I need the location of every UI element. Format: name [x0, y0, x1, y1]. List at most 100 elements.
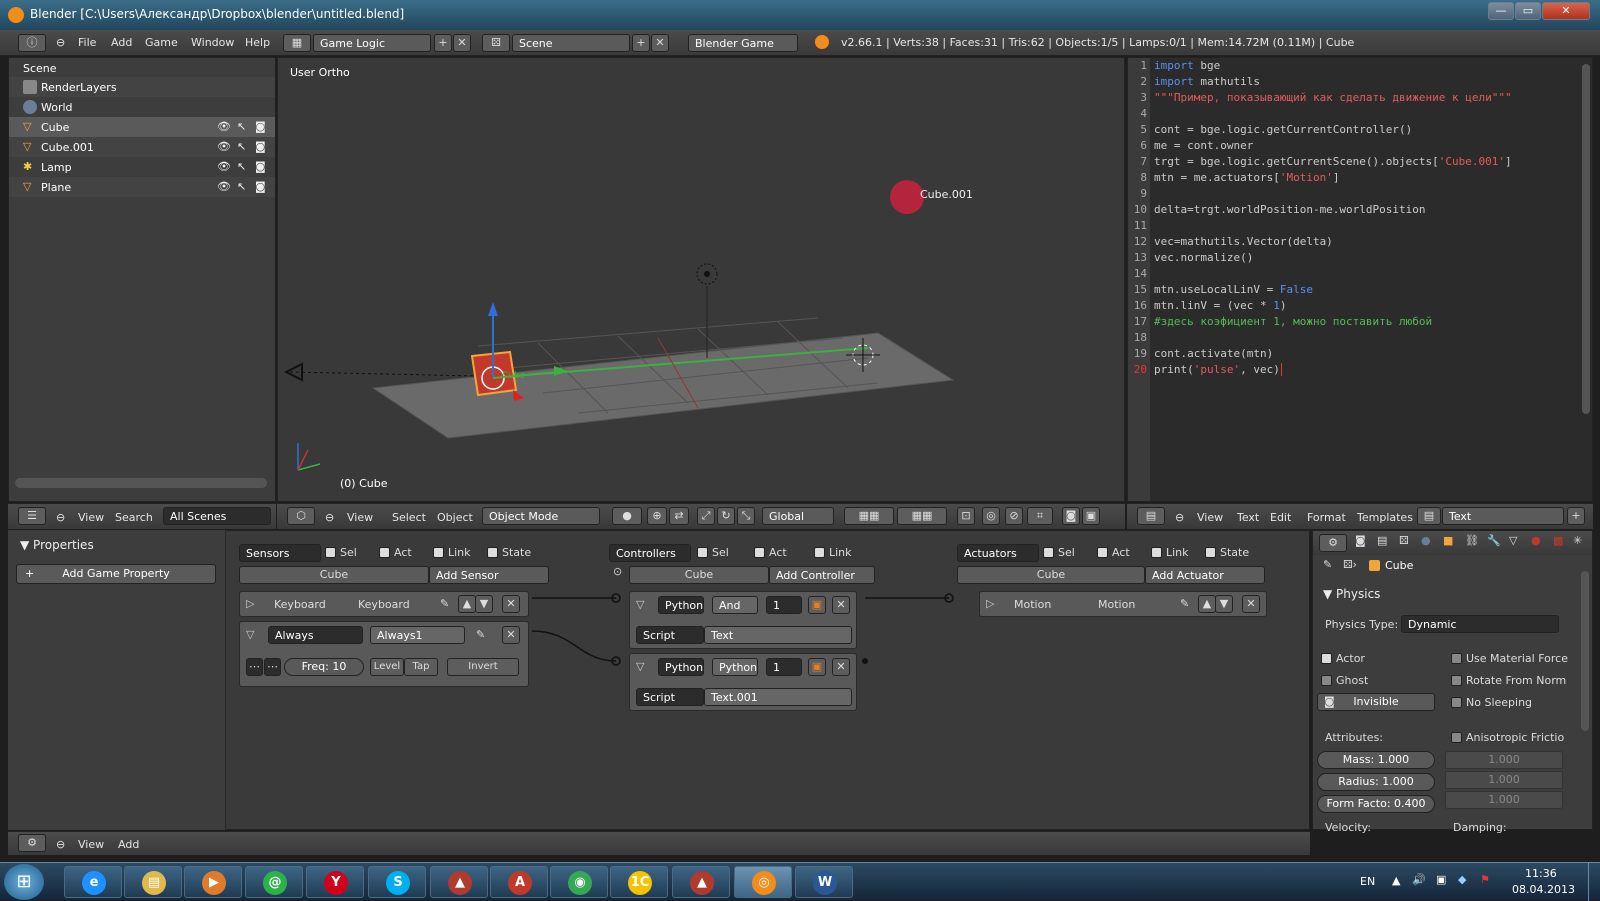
- sensors-link-toggle[interactable]: Link: [433, 546, 471, 559]
- collapse-menu-icon[interactable]: ⊖: [325, 511, 334, 524]
- rotate-from-normal-checkbox[interactable]: Rotate From Norm: [1451, 674, 1566, 687]
- controllers-link-toggle[interactable]: Link: [814, 546, 852, 559]
- text-menu-format[interactable]: Format: [1307, 511, 1346, 524]
- logic-menu-add[interactable]: Add: [118, 838, 139, 851]
- collapse-triangle-icon[interactable]: ▽: [636, 598, 644, 611]
- remove-sensor-icon[interactable]: ✕: [502, 626, 520, 644]
- minimize-button[interactable]: —: [1488, 2, 1514, 20]
- particles-tab-icon[interactable]: ✳: [1573, 534, 1582, 547]
- controllers-menu[interactable]: Controllers: [609, 544, 691, 562]
- taskbar-app-button[interactable]: ◉: [550, 866, 608, 898]
- physics-type-select[interactable]: Dynamic: [1401, 615, 1559, 633]
- outliner-menu-view[interactable]: View: [78, 511, 104, 524]
- controller-mode-select[interactable]: Script: [636, 688, 704, 706]
- controller-mode-select[interactable]: Script: [636, 626, 704, 644]
- collapse-triangle-icon[interactable]: ▽: [636, 660, 644, 673]
- collapse-menu-icon[interactable]: ⊖: [56, 838, 65, 851]
- properties-editor-type-icon[interactable]: ⚙: [1319, 534, 1347, 552]
- use-material-force-checkbox[interactable]: Use Material Force: [1451, 652, 1568, 665]
- collapse-triangle-icon[interactable]: ▽: [246, 628, 254, 641]
- text-menu-templates[interactable]: Templates: [1357, 511, 1413, 524]
- controller-state-select[interactable]: 1: [766, 658, 802, 676]
- controller-script-field[interactable]: Text.001: [704, 688, 852, 706]
- controllers-sel-toggle[interactable]: Sel: [697, 546, 729, 559]
- taskbar-app-button[interactable]: @: [245, 866, 303, 898]
- sensors-state-toggle[interactable]: State: [487, 546, 531, 559]
- priority-icon[interactable]: ▣: [808, 596, 826, 614]
- pin-icon[interactable]: ✎: [476, 628, 485, 641]
- text-menu-view[interactable]: View: [1197, 511, 1223, 524]
- modifiers-tab-icon[interactable]: 🔧: [1487, 534, 1501, 547]
- actuators-act-toggle[interactable]: Act: [1097, 546, 1130, 559]
- outliner-scrollbar[interactable]: [15, 478, 267, 488]
- logic-editor-type-icon[interactable]: ⚙: [18, 834, 46, 852]
- menu-add[interactable]: Add: [111, 36, 132, 49]
- level-toggle[interactable]: Level: [370, 658, 404, 676]
- transform-orientation-select[interactable]: Global: [762, 507, 834, 525]
- add-actuator-button[interactable]: Add Actuator: [1145, 566, 1265, 584]
- layers-2-icon[interactable]: ▦▦: [897, 507, 947, 525]
- remove-controller-icon[interactable]: ✕: [832, 658, 850, 676]
- outliner-editor-type-icon[interactable]: ☰: [18, 507, 46, 525]
- render-still-icon[interactable]: ◙: [1062, 507, 1080, 525]
- outliner-scene[interactable]: Scene: [9, 58, 275, 78]
- text-datablock-icon[interactable]: ▤: [1417, 507, 1441, 525]
- render-camera-icon[interactable]: ◙: [255, 140, 266, 153]
- taskbar-app-button[interactable]: ▤: [124, 866, 182, 898]
- editor-type-info-icon[interactable]: ⓘ: [18, 34, 46, 52]
- layers-1-icon[interactable]: ▦▦: [844, 507, 894, 525]
- render-camera-icon[interactable]: ◙: [255, 160, 266, 173]
- render-tab-icon[interactable]: ◙: [1355, 534, 1366, 547]
- controller-state-select[interactable]: 1: [766, 596, 802, 614]
- volume-icon[interactable]: 🔊: [1412, 873, 1426, 886]
- logic-menu-view[interactable]: View: [78, 838, 104, 851]
- controllers-act-toggle[interactable]: Act: [754, 546, 787, 559]
- manipulator-icon[interactable]: ⇄: [669, 507, 689, 525]
- 3d-viewport[interactable]: User Ortho Cube Cube.001 (0) Cube: [277, 57, 1125, 502]
- expand-triangle-icon[interactable]: ▷: [246, 597, 254, 610]
- screen-layout-field[interactable]: Game Logic: [313, 34, 431, 52]
- maximize-button[interactable]: ▭: [1515, 2, 1541, 20]
- expand-triangle-icon[interactable]: ▷: [986, 597, 994, 610]
- actor-checkbox[interactable]: Actor: [1321, 652, 1365, 665]
- pin-icon[interactable]: ✎: [440, 597, 449, 610]
- taskbar-app-button[interactable]: ▲: [672, 866, 730, 898]
- properties-scrollbar[interactable]: [1581, 571, 1589, 731]
- taskbar-app-button[interactable]: W: [795, 866, 853, 898]
- pivot-point-icon[interactable]: ⊕: [647, 507, 667, 525]
- remove-sensor-icon[interactable]: ✕: [502, 595, 520, 613]
- radius-field[interactable]: Radius: 1.000: [1317, 773, 1435, 791]
- controller-brick-2[interactable]: ▽ Python Python 1 ▣ ✕ Script Text.001: [629, 653, 857, 711]
- menu-game[interactable]: Game: [145, 36, 178, 49]
- proportional-edit-icon[interactable]: ◎: [982, 507, 1000, 525]
- translate-icon[interactable]: ⤢: [697, 507, 715, 525]
- add-game-property-button[interactable]: + Add Game Property: [16, 564, 216, 584]
- data-tab-icon[interactable]: ▽: [1509, 534, 1517, 547]
- outliner-display-filter[interactable]: All Scenes: [163, 507, 271, 525]
- visibility-eye-icon[interactable]: 👁: [217, 120, 231, 133]
- controller-type-select[interactable]: Python: [658, 658, 704, 676]
- actuators-link-toggle[interactable]: Link: [1151, 546, 1189, 559]
- scene-canvas[interactable]: [278, 58, 1124, 501]
- anisotropic-friction-checkbox[interactable]: Anisotropic Frictio: [1451, 731, 1564, 744]
- actuator-brick-motion[interactable]: ▷ Motion Motion ✎ ▲ ▼ ✕: [979, 591, 1267, 617]
- selectable-cursor-icon[interactable]: ↖: [237, 180, 246, 193]
- network-icon[interactable]: ▣: [1436, 873, 1446, 886]
- selectable-cursor-icon[interactable]: ↖: [237, 160, 246, 173]
- outliner-item-lamp[interactable]: ✱ Lamp 👁 ↖ ◙: [9, 157, 275, 177]
- outliner-item-cube001[interactable]: ▽ Cube.001 👁 ↖ ◙: [9, 137, 275, 157]
- controller-type-select[interactable]: Python: [658, 596, 704, 614]
- no-sleeping-checkbox[interactable]: No Sleeping: [1451, 696, 1532, 709]
- outliner-menu-search[interactable]: Search: [115, 511, 153, 524]
- priority-icon[interactable]: ▣: [808, 658, 826, 676]
- outliner-item-cube[interactable]: ▽ Cube 👁 ↖ ◙: [9, 117, 275, 137]
- selectable-cursor-icon[interactable]: ↖: [237, 140, 246, 153]
- visibility-eye-icon[interactable]: 👁: [217, 180, 231, 193]
- menu-window[interactable]: Window: [191, 36, 234, 49]
- snap-element-icon[interactable]: ⌗: [1027, 507, 1053, 525]
- collapse-menu-icon[interactable]: ⊖: [56, 511, 65, 524]
- pulse-false-icon[interactable]: ⋯: [264, 658, 281, 676]
- viewport-menu-object[interactable]: Object: [437, 511, 473, 524]
- taskbar-app-button[interactable]: ◎: [734, 866, 792, 898]
- input-language-indicator[interactable]: EN: [1360, 875, 1375, 888]
